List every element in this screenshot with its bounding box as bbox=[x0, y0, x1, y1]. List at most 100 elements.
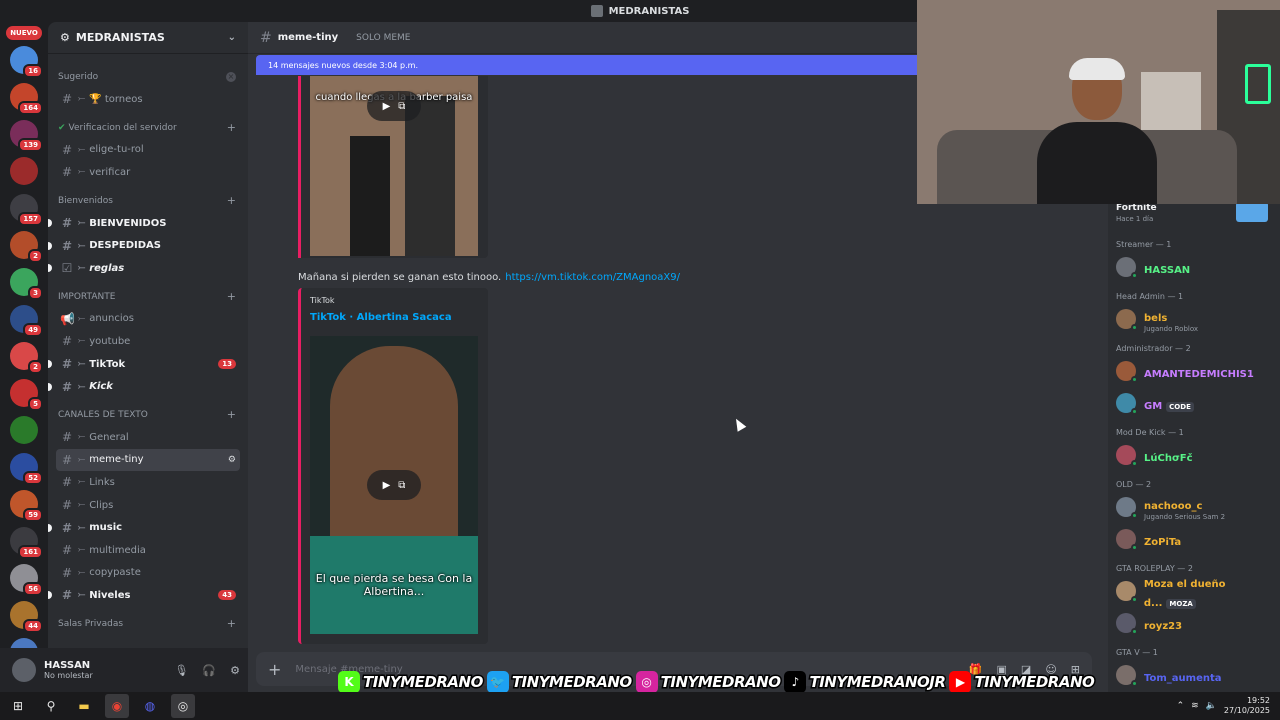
server-icon[interactable]: 59 bbox=[10, 490, 43, 522]
tray-chevron-icon[interactable]: ⌃ bbox=[1177, 701, 1185, 711]
headphones-icon[interactable]: 🎧 bbox=[202, 664, 216, 677]
new-messages-bar[interactable]: 14 mensajes nuevos desde 3:04 p.m. bbox=[256, 55, 926, 75]
channel-general[interactable]: # ⤚ General bbox=[56, 426, 240, 449]
server-icon[interactable]: 52 bbox=[10, 453, 43, 485]
embed-title[interactable]: TikTok · Albertina Sacaca bbox=[310, 312, 452, 323]
discord-icon[interactable]: ◍ bbox=[138, 694, 162, 718]
channel-sidebar: ⚙ MEDRANISTAS ⌄ Sugerido × # ⤚ 🏆 torneos ✔… bbox=[48, 22, 248, 648]
channel-niveles[interactable]: # ⤚ Niveles 43 bbox=[48, 584, 240, 607]
channel-despedidas[interactable]: # ⤚ DESPEDIDAS bbox=[48, 234, 240, 257]
member-item[interactable]: LúChσFč bbox=[1116, 444, 1193, 467]
message-link[interactable]: https://vm.tiktok.com/ZMAgnoaX9/ bbox=[505, 272, 680, 283]
server-icon[interactable]: 44 bbox=[10, 601, 43, 633]
activity-card[interactable]: Fortnite Hace 1 día bbox=[1116, 203, 1157, 223]
presence-status-icon bbox=[1131, 628, 1138, 635]
video-thumbnail[interactable]: cuando llegas a la barber paisa ▶⧉ bbox=[310, 76, 478, 256]
member-item[interactable]: HASSAN bbox=[1116, 256, 1190, 279]
play-icon: ▶ bbox=[382, 479, 391, 491]
settings-gear-icon[interactable]: ⚙ bbox=[230, 664, 240, 677]
section-important[interactable]: IMPORTANTE + bbox=[48, 286, 248, 308]
hash-icon: # bbox=[61, 92, 73, 107]
windows-start-icon[interactable]: ⊞ bbox=[6, 694, 30, 718]
file-explorer-icon[interactable]: ▬ bbox=[72, 694, 96, 718]
member-name: LúChσFč bbox=[1144, 452, 1193, 464]
member-item[interactable]: nachooo_c Jugando Serious Sam 2 bbox=[1116, 496, 1225, 521]
add-channel-icon[interactable]: + bbox=[227, 290, 236, 303]
add-channel-icon[interactable]: + bbox=[227, 408, 236, 421]
search-icon[interactable]: ⚲ bbox=[39, 694, 63, 718]
webcam-cap bbox=[1069, 58, 1125, 80]
close-icon[interactable]: × bbox=[226, 72, 236, 82]
play-button[interactable]: ▶ ⧉ bbox=[367, 91, 421, 121]
channel-clips[interactable]: # ⤚ Clips bbox=[56, 494, 240, 517]
server-icon[interactable]: 139 bbox=[10, 120, 43, 152]
server-icon[interactable]: 16 bbox=[10, 46, 43, 78]
member-item[interactable]: royz23 bbox=[1116, 612, 1182, 635]
section-welcome[interactable]: Bienvenidos + bbox=[48, 190, 248, 212]
thread-arrow-icon: ⤚ bbox=[78, 567, 86, 578]
member-item[interactable]: AMANTEDEMICHIS1 bbox=[1116, 360, 1254, 383]
server-mention-badge: 16 bbox=[23, 64, 43, 78]
channel-multimedia[interactable]: # ⤚ multimedia bbox=[56, 539, 240, 562]
microphone-icon[interactable]: 🎙 bbox=[174, 664, 188, 677]
channel-verificar[interactable]: # ⤚ verificar bbox=[56, 161, 240, 184]
server-icon[interactable] bbox=[10, 416, 38, 444]
server-icon[interactable]: 56 bbox=[10, 564, 43, 596]
chrome-icon[interactable]: ◉ bbox=[105, 694, 129, 718]
channel-meme-tiny[interactable]: # ⤚ meme-tiny ⚙ bbox=[56, 448, 240, 472]
avatar[interactable] bbox=[12, 658, 36, 682]
hash-icon: # bbox=[61, 165, 73, 180]
attach-plus-icon[interactable]: + bbox=[268, 660, 281, 679]
social-handle: ◎ TINYMEDRANO bbox=[635, 671, 782, 693]
section-text-channels[interactable]: CANALES DE TEXTO + bbox=[48, 404, 248, 426]
server-header[interactable]: ⚙ MEDRANISTAS ⌄ bbox=[48, 22, 248, 54]
channel-anuncios[interactable]: 📢 ⤚ anuncios bbox=[56, 308, 240, 331]
member-item[interactable]: ZoPiTa bbox=[1116, 528, 1181, 551]
play-button[interactable]: ▶ ⧉ bbox=[367, 470, 421, 500]
hash-icon: # bbox=[260, 29, 272, 46]
server-icon[interactable] bbox=[10, 157, 38, 185]
channel-music[interactable]: # ⤚ music bbox=[48, 516, 240, 539]
section-verification[interactable]: ✔ Verificacion del servidor + bbox=[48, 117, 248, 139]
volume-icon[interactable]: 🔈 bbox=[1206, 701, 1217, 711]
hash-icon: # bbox=[61, 565, 73, 580]
add-channel-icon[interactable]: + bbox=[227, 121, 236, 134]
channel-kick[interactable]: # ⤚ Kick bbox=[48, 375, 240, 398]
hash-icon: # bbox=[61, 238, 73, 253]
user-info[interactable]: HASSAN No molestar bbox=[44, 660, 93, 680]
clock[interactable]: 19:52 27/10/2025 bbox=[1224, 696, 1270, 716]
add-channel-icon[interactable]: + bbox=[227, 617, 236, 630]
channel-torneos[interactable]: # ⤚ 🏆 torneos bbox=[56, 88, 240, 111]
avatar bbox=[1116, 445, 1138, 467]
server-icon[interactable]: 49 bbox=[10, 305, 43, 337]
channel-links[interactable]: # ⤚ Links bbox=[56, 471, 240, 494]
channel-youtube[interactable]: # ⤚ youtube bbox=[56, 330, 240, 353]
add-channel-icon[interactable]: + bbox=[227, 194, 236, 207]
chevron-down-icon[interactable]: ⌄ bbox=[228, 32, 236, 43]
server-icon[interactable]: 2 bbox=[10, 231, 43, 263]
channel-bienvenidos[interactable]: # ⤚ BIENVENIDOS bbox=[48, 212, 240, 235]
server-list: 161641391572349255259161564434752 bbox=[0, 46, 48, 692]
section-private-rooms[interactable]: Salas Privadas + bbox=[48, 613, 248, 635]
server-icon[interactable]: 2 bbox=[10, 342, 43, 374]
server-icon[interactable]: 5 bbox=[10, 379, 43, 411]
member-item[interactable]: GM CODE bbox=[1116, 392, 1194, 415]
member-item[interactable]: Moza el dueño d... MOZA bbox=[1116, 579, 1280, 609]
thread-arrow-icon: ⤚ bbox=[78, 522, 86, 533]
channel-tiktok[interactable]: # ⤚ TikTok 13 bbox=[48, 353, 240, 376]
server-icon[interactable]: 161 bbox=[10, 527, 43, 559]
server-icon[interactable]: 157 bbox=[10, 194, 43, 226]
channel-copypaste[interactable]: # ⤚ copypaste bbox=[56, 562, 240, 585]
obs-icon[interactable]: ◎ bbox=[171, 694, 195, 718]
wifi-icon[interactable]: ≋ bbox=[1191, 701, 1199, 711]
channel-settings-icon[interactable]: ⚙ bbox=[228, 455, 236, 465]
video-thumbnail[interactable]: ▶ ⧉ El que pierda se besa Con la Albertin… bbox=[310, 336, 478, 634]
channel-reglas[interactable]: ☑ ⤚ reglas bbox=[48, 257, 240, 280]
member-info: AMANTEDEMICHIS1 bbox=[1144, 362, 1254, 381]
channel-elige-tu-rol[interactable]: # ⤚ elige-tu-rol bbox=[56, 139, 240, 162]
server-icon[interactable]: 164 bbox=[10, 83, 43, 115]
member-item[interactable]: bels Jugando Roblox bbox=[1116, 308, 1198, 333]
hash-icon: # bbox=[61, 520, 73, 535]
member-item[interactable]: Tom_aumenta bbox=[1116, 664, 1222, 687]
server-icon[interactable]: 3 bbox=[10, 268, 43, 300]
